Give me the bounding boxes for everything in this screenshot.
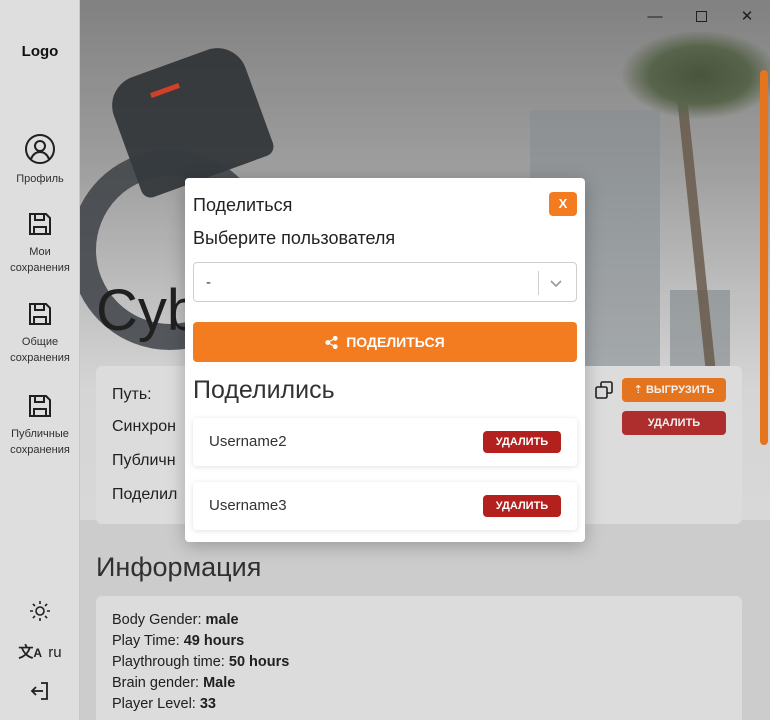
user-select-value: - [206, 274, 211, 291]
user-select[interactable]: - [193, 262, 577, 302]
remove-share-button[interactable]: УДАЛИТЬ [483, 431, 561, 453]
share-icon [325, 335, 338, 350]
share-button-label: ПОДЕЛИТЬСЯ [346, 334, 445, 350]
dialog-title: Поделиться [193, 195, 293, 215]
dialog-close-button[interactable]: X [549, 192, 577, 216]
shared-user-row: Username3 УДАЛИТЬ [193, 482, 577, 530]
chevron-down-icon [550, 280, 562, 288]
share-button[interactable]: ПОДЕЛИТЬСЯ [193, 322, 577, 362]
shared-users-title: Поделились [193, 376, 335, 404]
shared-username: Username2 [209, 433, 287, 450]
shared-username: Username3 [209, 497, 287, 514]
share-dialog: Поделиться X Выберите пользователя - ПОД… [185, 178, 585, 542]
shared-user-row: Username2 УДАЛИТЬ [193, 418, 577, 466]
select-user-label: Выберите пользователя [193, 228, 396, 248]
remove-share-button[interactable]: УДАЛИТЬ [483, 495, 561, 517]
